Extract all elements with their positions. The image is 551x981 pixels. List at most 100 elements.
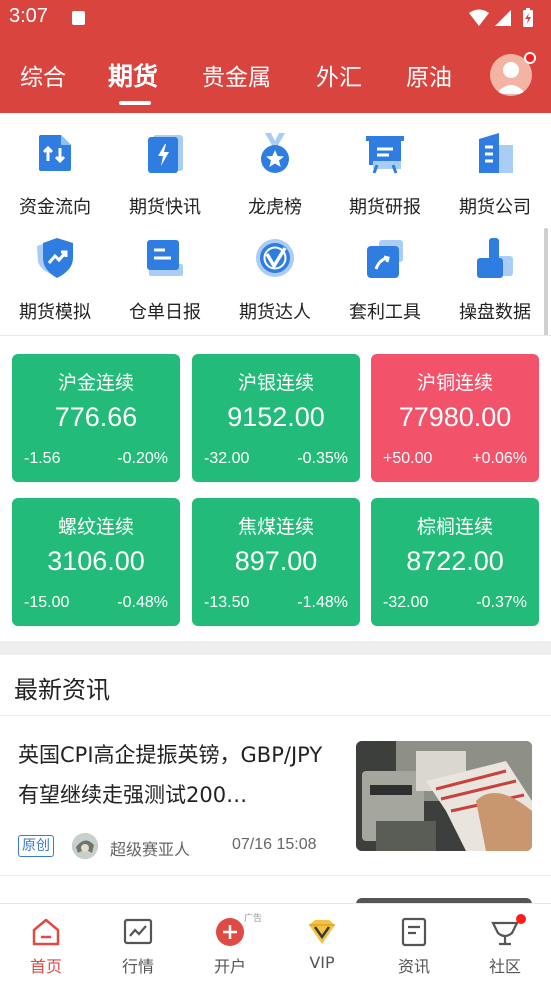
grid-item-trading-data[interactable]: 操盘数据 <box>440 218 550 323</box>
nav-label: 资讯 <box>397 957 430 976</box>
scroll-indicator <box>544 228 548 338</box>
quote-change: +50.00 <box>383 450 433 467</box>
medal-icon <box>261 133 289 173</box>
author-photo-icon <box>72 833 98 859</box>
divider <box>0 875 551 876</box>
quote-name: 沪金连续 <box>57 372 134 394</box>
nav-label: 社区 <box>488 957 521 976</box>
divider <box>0 715 551 716</box>
grid-label: 龙虎榜 <box>248 197 302 218</box>
quote-price: 9152.00 <box>227 402 325 432</box>
fund-flow-icon <box>39 135 71 171</box>
research-report-icon <box>366 136 404 174</box>
grid-label: 期货模拟 <box>19 302 91 323</box>
grid-item-flash-news[interactable]: 期货快讯 <box>110 113 220 218</box>
grid-item-futures-company[interactable]: 期货公司 <box>440 113 550 218</box>
category-tabs: 综合 期货 贵金属 外汇 原油 <box>0 52 551 105</box>
nav-open-account[interactable]: 广告 开户 <box>184 904 276 981</box>
quote-percent: -0.37% <box>476 594 527 611</box>
nav-label: 行情 <box>121 957 154 976</box>
signal-icon <box>495 10 511 26</box>
news-meta: 原创 超级赛亚人 07/16 15:08 <box>18 833 338 859</box>
quote-price: 776.66 <box>54 402 138 432</box>
grid-item-warehouse-report[interactable]: 仓单日报 <box>110 218 220 323</box>
grid-label: 套利工具 <box>349 302 421 323</box>
quote-change: -32.00 <box>204 450 250 467</box>
open-account-icon <box>216 918 244 946</box>
nav-market[interactable]: 行情 <box>92 904 184 981</box>
quote-change: -1.56 <box>24 450 61 467</box>
app-header: 3:07 综合 期货 贵金属 外汇 原油 <box>0 0 551 113</box>
feature-grid: 资金流向 期货快讯 龙虎榜 期货研报 期货公司 期货模拟 仓单日报 期货达人 套… <box>0 113 551 338</box>
quote-price: 897.00 <box>234 546 318 576</box>
nav-label: VIP <box>309 953 335 972</box>
grid-item-arbitrage-tool[interactable]: 套利工具 <box>330 218 440 323</box>
author-name[interactable]: 超级赛亚人 <box>110 836 190 860</box>
tab-crude-oil[interactable]: 原油 <box>406 58 452 92</box>
author-avatar <box>72 833 98 859</box>
money-counter-photo-icon <box>356 741 532 851</box>
quote-name: 焦煤连续 <box>237 516 314 538</box>
grid-label: 期货达人 <box>239 302 311 323</box>
grid-label: 期货公司 <box>459 197 531 218</box>
grid-item-fund-flow[interactable]: 资金流向 <box>0 113 110 218</box>
quote-price: 8722.00 <box>406 546 504 576</box>
quote-name: 沪银连续 <box>237 372 314 394</box>
wifi-icon <box>469 9 489 26</box>
grid-item-futures-sim[interactable]: 期货模拟 <box>0 218 110 323</box>
nav-vip[interactable]: VIP <box>276 904 368 981</box>
home-icon <box>32 918 60 946</box>
news-date: 07/16 15:08 <box>232 836 317 853</box>
grid-item-research-report[interactable]: 期货研报 <box>330 113 440 218</box>
notification-dot <box>516 914 526 924</box>
grid-item-futures-expert[interactable]: 期货达人 <box>220 218 330 323</box>
news-thumbnail[interactable] <box>356 741 532 851</box>
latest-news-section: 最新资讯 英国CPI高企提振英镑，GBP/JPY有望继续走强测试200… 原创 … <box>0 655 551 906</box>
quote-percent: -0.35% <box>297 450 348 467</box>
notification-dot <box>524 52 536 64</box>
nav-label: 开户 <box>213 957 246 976</box>
quote-card-shanghai-silver[interactable]: 沪银连续 9152.00 -32.00 -0.35% <box>192 354 360 482</box>
expert-check-icon <box>256 239 294 277</box>
news-headline[interactable]: 英国CPI高企提振英镑，GBP/JPY有望继续走强测试200… <box>18 735 340 815</box>
quote-card-rebar[interactable]: 螺纹连续 3106.00 -15.00 -0.48% <box>12 498 180 626</box>
nav-community[interactable]: 社区 <box>459 904 551 981</box>
vip-diamond-icon <box>309 920 335 944</box>
active-tab-indicator <box>119 101 151 105</box>
tab-futures[interactable]: 期货 <box>108 57 158 93</box>
nav-news[interactable]: 资讯 <box>368 904 460 981</box>
shield-trend-icon <box>37 238 73 278</box>
grid-label: 资金流向 <box>19 197 91 218</box>
original-tag: 原创 <box>18 835 54 857</box>
quote-name: 沪铜连续 <box>416 372 493 394</box>
tab-zonghe[interactable]: 综合 <box>20 58 66 92</box>
status-bar: 3:07 <box>0 0 551 36</box>
grid-label: 操盘数据 <box>459 302 531 323</box>
grid-label: 期货研报 <box>349 197 421 218</box>
arbitrage-tool-icon <box>367 240 403 278</box>
ad-label: 广告 <box>244 914 263 924</box>
quote-price: 3106.00 <box>47 546 145 576</box>
status-time: 3:07 <box>9 5 48 27</box>
grid-label: 仓单日报 <box>129 302 201 323</box>
community-trophy-icon <box>491 921 519 946</box>
quote-card-shanghai-copper[interactable]: 沪铜连续 77980.00 +50.00 +0.06% <box>371 354 539 482</box>
status-icons <box>469 8 533 27</box>
quote-card-coking-coal[interactable]: 焦煤连续 897.00 -13.50 -1.48% <box>192 498 360 626</box>
section-title: 最新资讯 <box>14 676 110 704</box>
quote-name: 棕榈连续 <box>416 516 493 538</box>
news-doc-icon <box>401 917 427 947</box>
quote-percent: +0.06% <box>472 450 527 467</box>
quote-percent: -1.48% <box>297 594 348 611</box>
building-icon <box>479 133 513 173</box>
nav-home[interactable]: 首页 <box>0 904 92 981</box>
quote-change: -32.00 <box>383 594 429 611</box>
tab-precious-metals[interactable]: 贵金属 <box>202 58 271 92</box>
tab-forex[interactable]: 外汇 <box>316 58 362 92</box>
quote-name: 螺纹连续 <box>57 516 134 538</box>
warehouse-report-icon <box>147 240 183 276</box>
grid-item-leaderboard[interactable]: 龙虎榜 <box>220 113 330 218</box>
quote-card-shanghai-gold[interactable]: 沪金连续 776.66 -1.56 -0.20% <box>12 354 180 482</box>
quote-card-palm-oil[interactable]: 棕榈连续 8722.00 -32.00 -0.37% <box>371 498 539 626</box>
chart-icon <box>123 918 153 945</box>
